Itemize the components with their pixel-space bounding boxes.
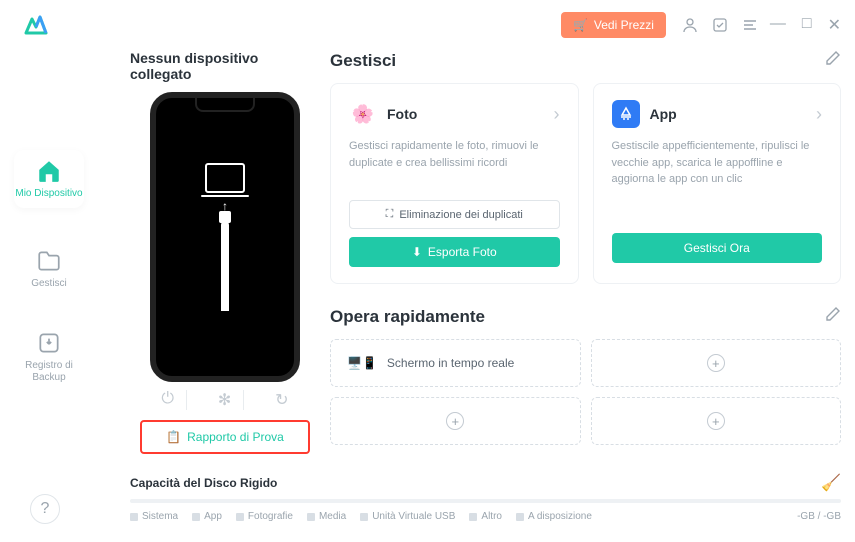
quick-item-add[interactable]: + xyxy=(591,397,842,445)
quick-item-screen-mirror[interactable]: 🖥️📱 Schermo in tempo reale xyxy=(330,339,581,387)
account-icon[interactable] xyxy=(682,17,698,33)
sidebar-label: Registro di Backup xyxy=(14,360,84,384)
manage-now-button[interactable]: Gestisci Ora xyxy=(612,233,823,263)
sidebar-item-backup[interactable]: Registro di Backup xyxy=(14,330,84,384)
chevron-right-icon[interactable]: › xyxy=(554,104,560,125)
device-status-title: Nessun dispositivo collegato xyxy=(130,50,320,82)
sidebar-label: Mio Dispositivo xyxy=(15,188,82,200)
edit-icon[interactable] xyxy=(825,50,841,71)
maximize-button[interactable]: □ xyxy=(802,15,812,35)
power-icon[interactable]: ⏻ xyxy=(149,390,187,410)
minimize-button[interactable]: — xyxy=(770,15,786,35)
capacity-value: -GB / -GB xyxy=(797,511,841,522)
test-report-button[interactable]: 📋 Rapporto di Prova xyxy=(140,420,310,454)
edit-note-icon[interactable] xyxy=(712,17,728,33)
help-button[interactable]: ? xyxy=(30,494,60,524)
card-apps: App › Gestiscile appefficientemente, rip… xyxy=(593,83,842,284)
card-description: Gestisci rapidamente le foto, rimuovi le… xyxy=(349,138,560,186)
plus-icon: + xyxy=(446,412,464,430)
sidebar-label: Gestisci xyxy=(31,278,67,290)
cart-icon: 🛒 xyxy=(573,18,588,32)
clipboard-icon: 📋 xyxy=(166,430,181,444)
capacity-title: Capacità del Disco Rigido xyxy=(130,476,277,490)
report-label: Rapporto di Prova xyxy=(187,430,284,444)
loading-icon[interactable]: ✻ xyxy=(206,390,244,410)
photos-icon: 🌸 xyxy=(349,100,377,128)
export-photos-button[interactable]: ⬇ Esporta Foto xyxy=(349,237,560,267)
card-title: App xyxy=(650,106,807,122)
quick-item-label: Schermo in tempo reale xyxy=(387,356,514,370)
manage-section-title: Gestisci xyxy=(330,51,396,71)
sidebar-item-manage[interactable]: Gestisci xyxy=(14,248,84,290)
remove-duplicates-button[interactable]: ⛶ Eliminazione dei duplicati xyxy=(349,200,560,229)
download-icon: ⬇ xyxy=(412,245,422,259)
card-description: Gestiscile appefficientemente, ripulisci… xyxy=(612,138,823,188)
capacity-legend: Sistema App Fotografie Media Unità Virtu… xyxy=(130,511,841,522)
refresh-icon[interactable]: ↻ xyxy=(263,390,300,410)
card-title: Foto xyxy=(387,106,544,122)
price-label: Vedi Prezzi xyxy=(594,18,654,32)
view-prices-button[interactable]: 🛒 Vedi Prezzi xyxy=(561,12,666,38)
screen-mirror-icon: 🖥️📱 xyxy=(347,356,377,370)
laptop-icon xyxy=(205,163,245,193)
home-icon xyxy=(36,158,62,184)
capacity-bar xyxy=(130,499,841,503)
plus-icon: + xyxy=(707,412,725,430)
card-photos: 🌸 Foto › Gestisci rapidamente le foto, r… xyxy=(330,83,579,284)
quick-item-add[interactable]: + xyxy=(591,339,842,387)
edit-icon[interactable] xyxy=(825,306,841,327)
sidebar-item-my-device[interactable]: Mio Dispositivo xyxy=(14,150,84,208)
quick-item-add[interactable]: + xyxy=(330,397,581,445)
app-logo xyxy=(22,11,50,39)
app-store-icon xyxy=(612,100,640,128)
duplicates-icon: ⛶ xyxy=(386,208,394,221)
cable-icon xyxy=(221,221,229,311)
chevron-right-icon[interactable]: › xyxy=(816,104,822,125)
device-illustration: ↑ xyxy=(150,92,300,382)
quick-section-title: Opera rapidamente xyxy=(330,307,485,327)
menu-icon[interactable] xyxy=(742,17,758,33)
close-button[interactable]: ✕ xyxy=(828,15,841,35)
plus-icon: + xyxy=(707,354,725,372)
backup-icon xyxy=(36,330,62,356)
broom-icon[interactable]: 🧹 xyxy=(821,473,841,493)
folder-icon xyxy=(36,248,62,274)
